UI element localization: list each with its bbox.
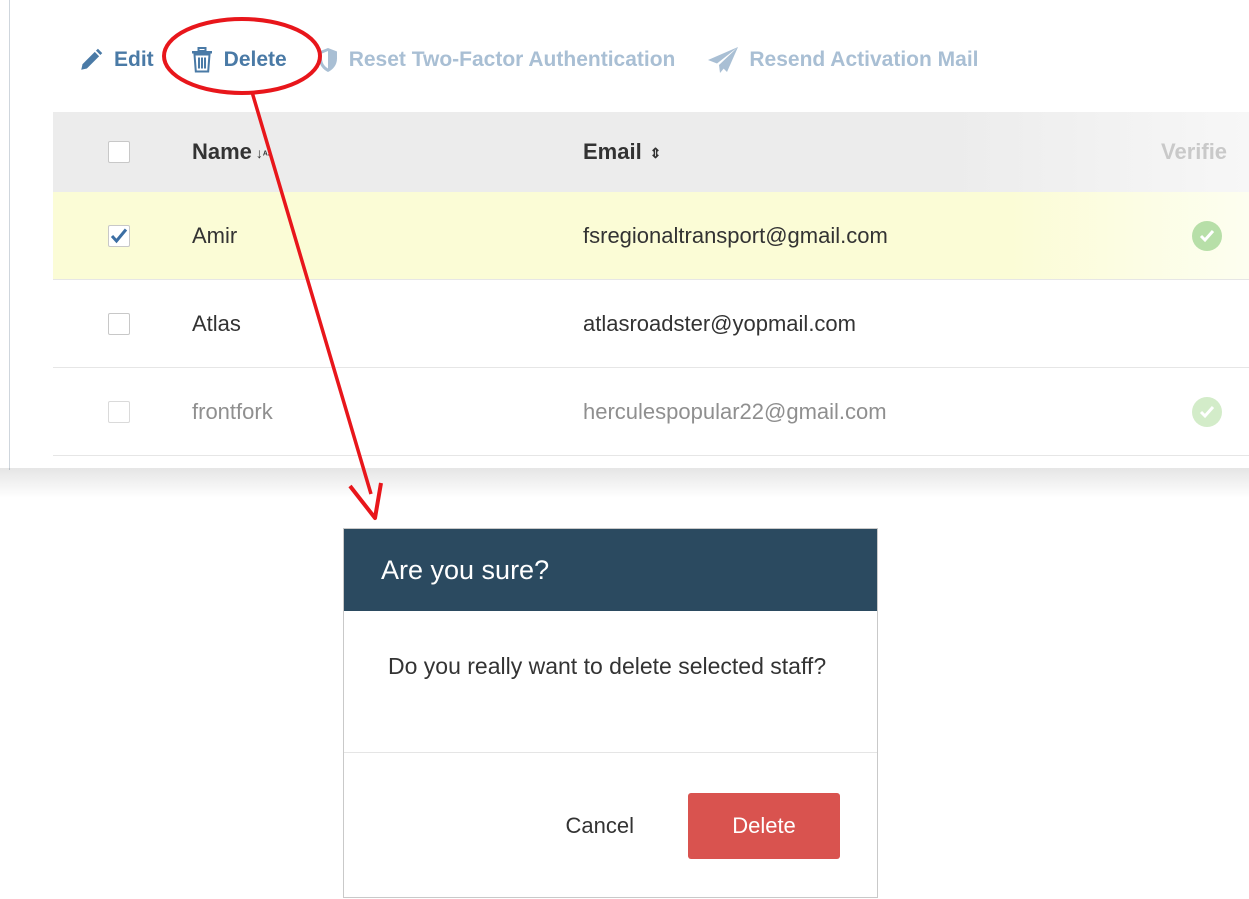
verified-header-label: Verifie xyxy=(1161,139,1228,164)
resend-label: Resend Activation Mail xyxy=(749,48,979,71)
row-checkbox[interactable] xyxy=(108,312,130,335)
trash-icon xyxy=(190,47,214,73)
row-checkbox-checked[interactable] xyxy=(108,224,130,247)
panel-border xyxy=(9,0,10,470)
checkmark-icon xyxy=(110,228,128,243)
row-checkbox[interactable] xyxy=(108,400,130,423)
toolbar: Edit Delete Reset Two-Factor Authenticat… xyxy=(78,40,1011,80)
row-name: Atlas xyxy=(192,310,241,336)
dialog-title: Are you sure? xyxy=(381,554,550,585)
verified-check-icon xyxy=(1192,396,1222,427)
row-check-cell xyxy=(53,224,192,247)
email-column-header[interactable]: Email ⇕ xyxy=(583,139,1161,165)
row-name: Amir xyxy=(192,222,238,248)
reset-2fa-button[interactable]: Reset Two-Factor Authentication xyxy=(317,47,676,73)
delete-button[interactable]: Delete xyxy=(190,47,287,73)
row-verified-cell xyxy=(1161,396,1249,427)
table-row[interactable]: Amir fsregionaltransport@gmail.com xyxy=(53,192,1249,280)
table-row[interactable]: Atlas atlasroadster@yopmail.com xyxy=(53,280,1249,368)
delete-label: Delete xyxy=(223,48,287,71)
row-email: fsregionaltransport@gmail.com xyxy=(583,222,888,248)
row-email: herculespopular22@gmail.com xyxy=(583,398,887,424)
cancel-button[interactable]: Cancel xyxy=(560,812,640,840)
select-all-checkbox[interactable] xyxy=(108,141,130,163)
staff-table: Name ↓ᴬᶻ Email ⇕ Verifie Amir fsregionalt… xyxy=(53,112,1249,456)
staff-panel: Edit Delete Reset Two-Factor Authenticat… xyxy=(0,0,1249,480)
dialog-message: Do you really want to delete selected st… xyxy=(388,653,827,679)
edit-label: Edit xyxy=(114,48,154,71)
row-check-cell xyxy=(53,400,192,423)
torn-edge-shadow xyxy=(0,468,1249,498)
confirm-delete-button[interactable]: Delete xyxy=(688,793,840,859)
row-name: frontfork xyxy=(192,398,273,424)
dialog-header: Are you sure? xyxy=(344,529,877,611)
name-header-label: Name xyxy=(192,139,252,164)
verified-check-icon xyxy=(1192,220,1222,251)
row-email: atlasroadster@yopmail.com xyxy=(583,310,856,336)
dialog-body: Do you really want to delete selected st… xyxy=(344,611,877,753)
edit-button[interactable]: Edit xyxy=(78,47,154,73)
resend-activation-button[interactable]: Resend Activation Mail xyxy=(707,46,979,74)
sort-az-icon: ↓ᴬᶻ xyxy=(255,145,272,162)
email-header-label: Email xyxy=(583,139,642,164)
paper-plane-icon xyxy=(707,46,739,74)
reset-2fa-label: Reset Two-Factor Authentication xyxy=(348,48,676,71)
sort-icon: ⇕ xyxy=(645,144,662,161)
table-row[interactable]: frontfork herculespopular22@gmail.com xyxy=(53,368,1249,456)
name-column-header[interactable]: Name ↓ᴬᶻ xyxy=(192,139,583,165)
row-check-cell xyxy=(53,312,192,335)
dialog-footer: Cancel Delete xyxy=(344,793,877,859)
row-verified-cell xyxy=(1161,220,1249,251)
pencil-icon xyxy=(78,47,104,73)
shield-icon xyxy=(317,47,339,73)
verified-column-header[interactable]: Verifie xyxy=(1161,139,1249,165)
table-header: Name ↓ᴬᶻ Email ⇕ Verifie xyxy=(53,112,1249,192)
select-all-cell xyxy=(53,141,192,163)
confirm-delete-dialog: Are you sure? Do you really want to dele… xyxy=(343,528,878,898)
